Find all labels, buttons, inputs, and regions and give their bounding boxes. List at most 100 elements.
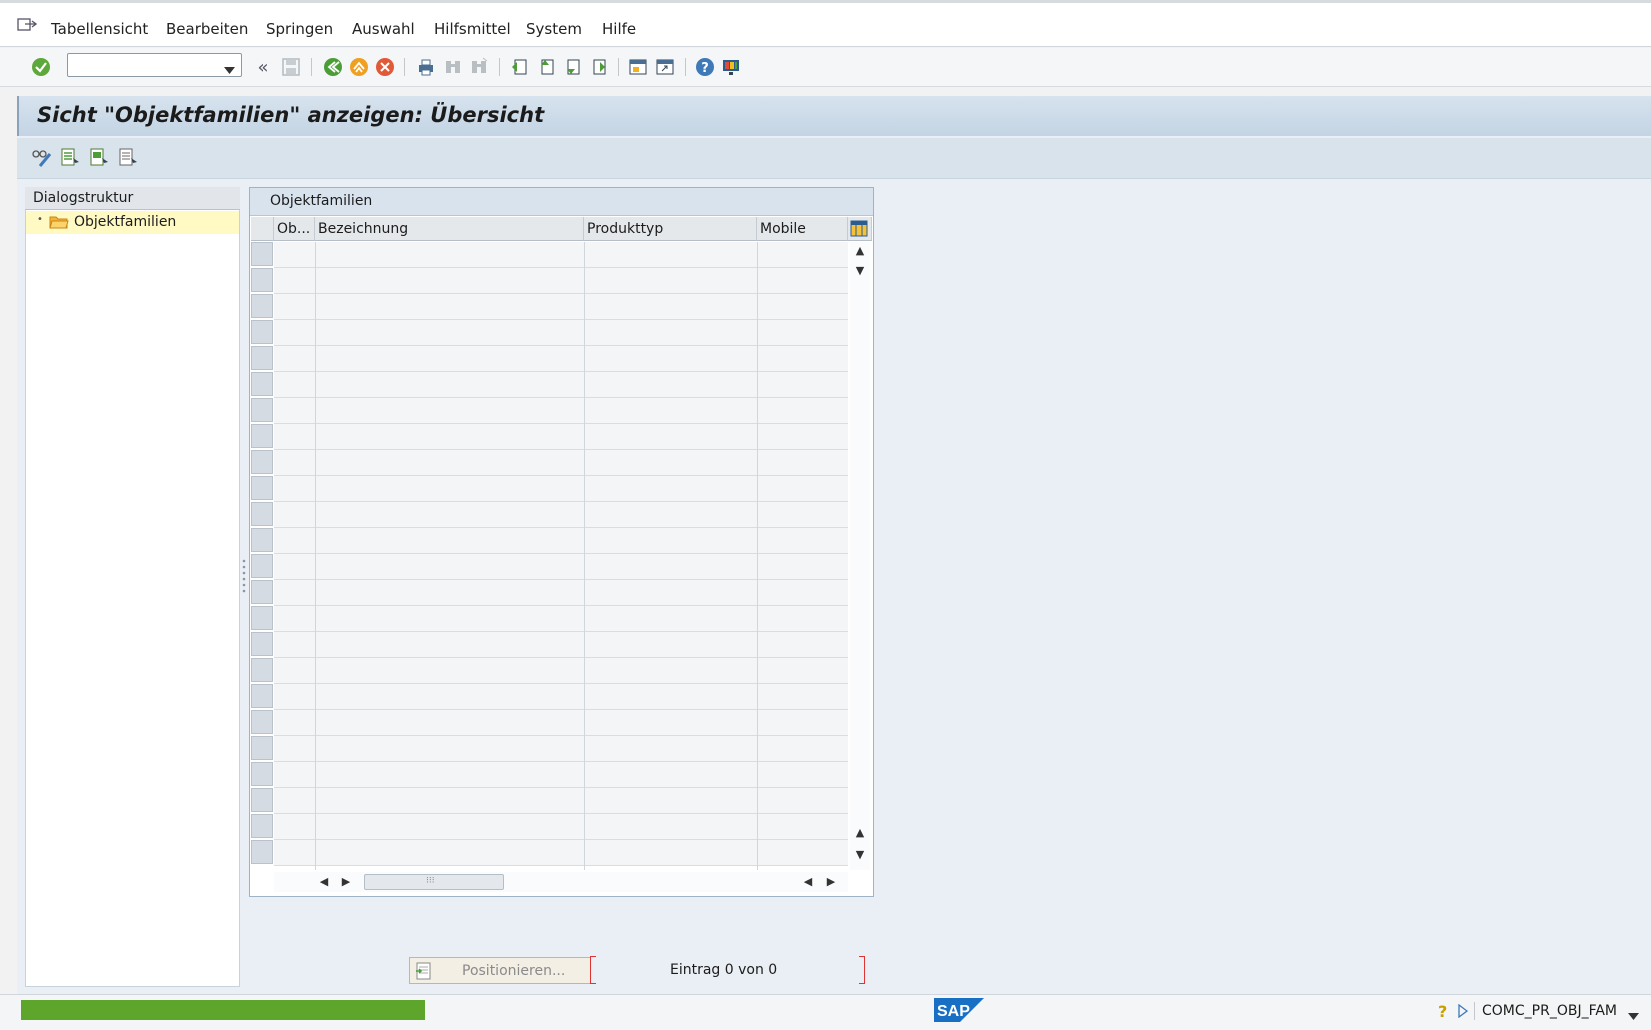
collapse-double-chevron-icon[interactable]: « [252,56,274,78]
find-icon[interactable] [442,56,464,78]
select-all-icon[interactable] [59,146,81,168]
find-next-icon[interactable] [468,56,490,78]
table-row[interactable] [274,788,848,814]
position-button[interactable]: Positionieren... [409,957,591,984]
menu-hilfsmittel[interactable]: Hilfsmittel [434,20,511,38]
print-icon[interactable] [415,56,437,78]
row-selector[interactable] [251,476,273,500]
scroll-right-end-icon[interactable]: ▶ [824,875,838,888]
display-change-glasses-icon[interactable] [31,146,53,168]
row-selector[interactable] [251,528,273,552]
row-selector[interactable] [251,346,273,370]
row-selector[interactable] [251,814,273,838]
row-selector[interactable] [251,580,273,604]
table-row[interactable] [274,294,848,320]
tree-node-objektfamilien[interactable]: • Objektfamilien [26,211,239,234]
save-icon[interactable] [280,56,302,78]
row-selector[interactable] [251,320,273,344]
menu-tabellensicht[interactable]: Tabellensicht [51,20,148,38]
cancel-icon[interactable] [374,56,396,78]
command-field[interactable] [67,53,242,77]
row-selector[interactable] [251,658,273,682]
row-selector[interactable] [251,710,273,734]
menu-auswahl[interactable]: Auswahl [352,20,415,38]
column-header-produkttyp[interactable]: Produkttyp [584,217,757,241]
row-selector[interactable] [251,762,273,786]
last-page-icon[interactable] [587,56,609,78]
row-selector[interactable] [251,502,273,526]
previous-page-icon[interactable] [535,56,557,78]
table-row[interactable] [274,814,848,840]
column-header-ob[interactable]: Ob... [274,217,315,241]
table-row[interactable] [274,632,848,658]
layout-settings-icon[interactable] [720,56,742,78]
next-page-icon[interactable] [561,56,583,78]
chevron-down-icon[interactable] [224,62,235,78]
table-row[interactable] [274,450,848,476]
play-triangle-icon[interactable] [1458,1003,1469,1022]
table-row[interactable] [274,398,848,424]
deselect-all-icon[interactable] [117,146,139,168]
table-row[interactable] [274,580,848,606]
splitter-handle[interactable] [240,187,248,987]
shortcut-icon[interactable] [654,56,676,78]
select-all-rows-button[interactable] [251,217,274,241]
table-row[interactable] [274,346,848,372]
back-icon[interactable] [322,56,344,78]
table-row[interactable] [274,320,848,346]
help-icon[interactable]: ? [694,56,716,78]
table-row[interactable] [274,372,848,398]
table-row[interactable] [274,762,848,788]
table-row[interactable] [274,840,848,866]
menu-system[interactable]: System [526,20,582,38]
row-selector[interactable] [251,736,273,760]
enter-check-icon[interactable] [30,56,52,78]
menu-exit-icon[interactable] [17,17,38,37]
row-selector[interactable] [251,554,273,578]
first-page-icon[interactable] [508,56,530,78]
scroll-right-icon[interactable]: ▶ [339,875,353,888]
row-selector[interactable] [251,268,273,292]
table-row[interactable] [274,476,848,502]
row-selector[interactable] [251,242,273,266]
horizontal-scrollbar[interactable]: ◀ ▶ ◀ ▶ [274,872,848,892]
table-row[interactable] [274,268,848,294]
table-settings-button[interactable] [848,217,872,241]
table-row[interactable] [274,528,848,554]
table-row[interactable] [274,242,848,268]
row-selector[interactable] [251,684,273,708]
row-selector[interactable] [251,294,273,318]
table-row[interactable] [274,606,848,632]
exit-icon[interactable] [348,56,370,78]
scroll-down-icon[interactable]: ▼ [853,848,867,861]
column-header-bezeichnung[interactable]: Bezeichnung [315,217,584,241]
select-block-icon[interactable] [88,146,110,168]
horizontal-scroll-thumb[interactable]: ⁝⁝⁝ [364,874,504,890]
scroll-page-down-icon[interactable]: ▼ [853,264,867,277]
row-selector[interactable] [251,840,273,864]
table-row[interactable] [274,424,848,450]
table-row[interactable] [274,658,848,684]
system-info-dropdown-icon[interactable] [1628,1008,1639,1024]
table-row[interactable] [274,710,848,736]
menu-springen[interactable]: Springen [266,20,333,38]
table-row[interactable] [274,502,848,528]
menu-bearbeiten[interactable]: Bearbeiten [166,20,248,38]
scroll-left-end-icon[interactable]: ◀ [801,875,815,888]
menu-hilfe[interactable]: Hilfe [602,20,636,38]
table-row[interactable] [274,736,848,762]
row-selector[interactable] [251,632,273,656]
row-selector[interactable] [251,450,273,474]
table-row[interactable] [274,554,848,580]
column-header-mobile[interactable]: Mobile [757,217,848,241]
scroll-page-up-icon[interactable]: ▲ [853,244,867,257]
scroll-left-icon[interactable]: ◀ [317,875,331,888]
row-selector[interactable] [251,398,273,422]
vertical-scrollbar[interactable]: ▲ ▼ ▲ ▼ [850,242,870,870]
row-selector[interactable] [251,788,273,812]
table-row[interactable] [274,684,848,710]
help-question-icon[interactable]: ? [1436,1002,1452,1024]
row-selector[interactable] [251,372,273,396]
create-session-icon[interactable] [627,56,649,78]
scroll-up-icon[interactable]: ▲ [853,826,867,839]
